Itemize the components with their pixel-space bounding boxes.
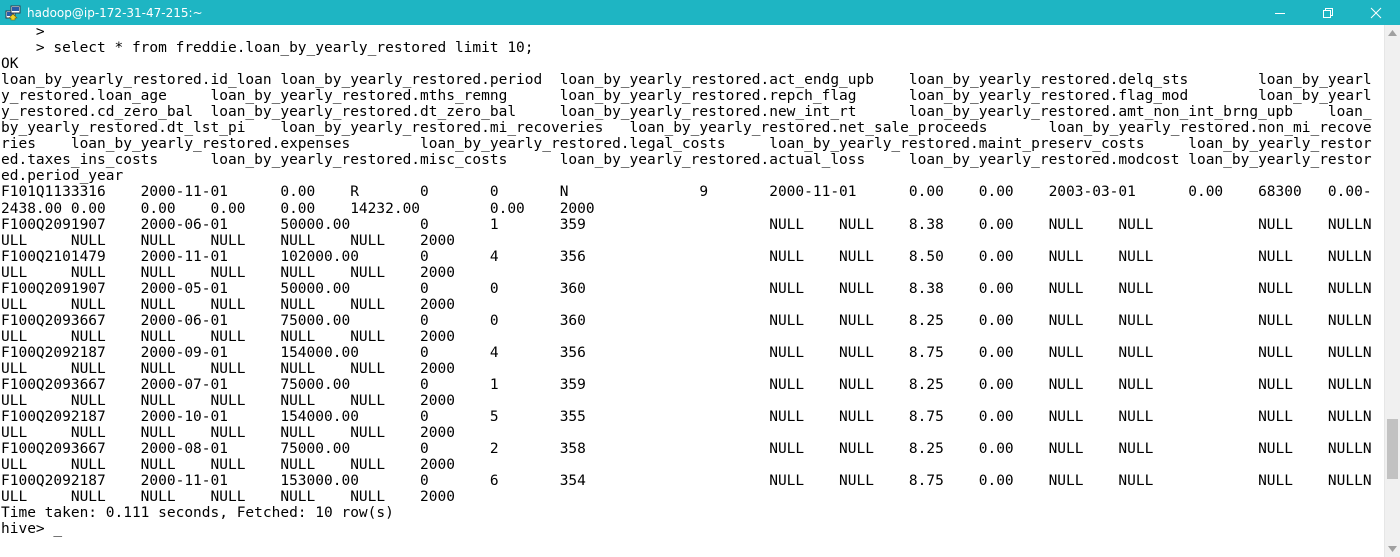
- terminal-line: F100Q2101479 2000-11-01 102000.00 0 4 35…: [1, 248, 1372, 265]
- shell-prompt: hive>: [1, 521, 54, 538]
- terminal-line: ULL NULL NULL NULL NULL NULL 2000: [1, 328, 455, 345]
- terminal-line: F100Q2093667 2000-06-01 75000.00 0 0 360…: [1, 312, 1372, 329]
- terminal-line: F100Q2092187 2000-11-01 153000.00 0 6 35…: [1, 473, 1372, 490]
- close-button[interactable]: [1352, 0, 1400, 25]
- minimize-button[interactable]: [1256, 0, 1304, 25]
- terminal-line: ULL NULL NULL NULL NULL NULL 2000: [1, 393, 455, 410]
- terminal-line: Time taken: 0.111 seconds, Fetched: 10 r…: [1, 505, 394, 522]
- close-icon: [1370, 7, 1382, 18]
- putty-icon[interactable]: [4, 4, 22, 22]
- terminal-line: y_restored.cd_zero_bal loan_by_yearly_re…: [1, 104, 1372, 121]
- maximize-icon: [1323, 7, 1333, 18]
- window-controls: [1256, 0, 1400, 25]
- scroll-down-arrow-icon[interactable]: [1385, 541, 1400, 557]
- window-titlebar[interactable]: hadoop@ip-172-31-47-215:~: [0, 0, 1400, 25]
- terminal-line: F100Q2093667 2000-08-01 75000.00 0 2 358…: [1, 441, 1372, 458]
- terminal-line: OK: [1, 56, 19, 73]
- terminal-line: ed.period_year: [1, 168, 124, 185]
- terminal-line: F100Q2092187 2000-09-01 154000.00 0 4 35…: [1, 344, 1372, 361]
- prompt-line[interactable]: hive> _: [1, 521, 1372, 537]
- terminal-line: F100Q2092187 2000-10-01 154000.00 0 5 35…: [1, 409, 1372, 426]
- terminal-line: F101Q1133316 2000-11-01 0.00 R 0 0 N 9 2…: [1, 184, 1372, 201]
- terminal-line: F100Q2091907 2000-06-01 50000.00 0 1 359…: [1, 216, 1372, 233]
- terminal-line: ULL NULL NULL NULL NULL NULL 2000: [1, 457, 455, 474]
- terminal-text: > > select * from freddie.loan_by_yearly…: [1, 25, 1372, 538]
- terminal-line: F100Q2093667 2000-07-01 75000.00 0 1 359…: [1, 377, 1372, 394]
- maximize-button[interactable]: [1304, 0, 1352, 25]
- text-cursor: _: [53, 521, 63, 538]
- terminal-line: by_yearly_restored.dt_lst_pi loan_by_yea…: [1, 120, 1372, 137]
- terminal-line: y_restored.loan_age loan_by_yearly_resto…: [1, 88, 1372, 105]
- terminal-line: ULL NULL NULL NULL NULL NULL 2000: [1, 360, 455, 377]
- window-title: hadoop@ip-172-31-47-215:~: [27, 5, 203, 20]
- terminal-line: 2438.00 0.00 0.00 0.00 0.00 14232.00 0.0…: [1, 200, 595, 217]
- terminal-line: > select * from freddie.loan_by_yearly_r…: [1, 40, 534, 57]
- vertical-scrollbar[interactable]: [1384, 25, 1400, 557]
- terminal-line: loan_by_yearly_restored.id_loan loan_by_…: [1, 72, 1372, 89]
- minimize-icon: [1275, 12, 1285, 14]
- terminal-line: ULL NULL NULL NULL NULL NULL 2000: [1, 264, 455, 281]
- terminal-output[interactable]: > > select * from freddie.loan_by_yearly…: [0, 25, 1384, 557]
- scroll-up-arrow-icon[interactable]: [1385, 25, 1400, 41]
- terminal-line: ULL NULL NULL NULL NULL NULL 2000: [1, 232, 455, 249]
- terminal-line: ULL NULL NULL NULL NULL NULL 2000: [1, 425, 455, 442]
- terminal-line: ULL NULL NULL NULL NULL NULL 2000: [1, 296, 455, 313]
- terminal-line: ries loan_by_yearly_restored.expenses lo…: [1, 136, 1372, 153]
- terminal-line: ed.taxes_ins_costs loan_by_yearly_restor…: [1, 152, 1372, 169]
- terminal-line: >: [1, 25, 45, 40]
- terminal-line: ULL NULL NULL NULL NULL NULL 2000: [1, 489, 455, 506]
- scrollbar-thumb[interactable]: [1387, 419, 1398, 480]
- terminal-line: F100Q2091907 2000-05-01 50000.00 0 0 360…: [1, 280, 1372, 297]
